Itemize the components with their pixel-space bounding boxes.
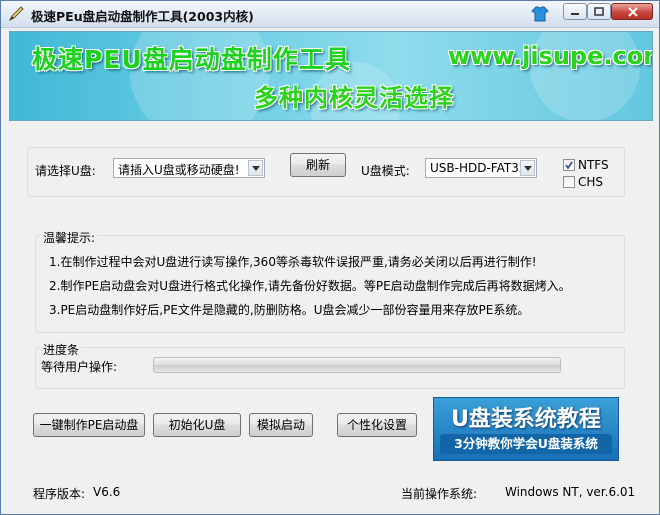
tip-line-2: 2.制作PE启动盘会对U盘进行格式化操作,请先备份好数据。等PE启动盘制作完成后… [49,279,571,293]
ntfs-checkbox[interactable] [563,159,575,171]
header-banner: 极速PEU盘启动盘制作工具 www.jisupe.com 多种内核灵活选择 [9,31,653,121]
personalize-button[interactable]: 个性化设置 [337,413,417,437]
window-title: 极速PEu盘启动盘制作工具(2003内核) [31,9,254,24]
close-button[interactable] [611,3,653,20]
ntfs-label: NTFS [578,158,609,172]
banner-subtitle: 多种内核灵活选择 [254,84,454,112]
initialize-usb-button[interactable]: 初始化U盘 [153,413,241,437]
progress-bar [153,357,561,373]
title-bar[interactable]: 极速PEu盘启动盘制作工具(2003内核) [1,1,659,28]
usb-mode-label: U盘模式: [361,164,410,178]
os-label: 当前操作系统: [401,487,478,501]
tips-heading: 温馨提示: [41,229,98,246]
refresh-button[interactable]: 刷新 [290,153,346,177]
simulate-boot-button[interactable]: 模拟启动 [249,413,313,437]
minimize-button[interactable] [563,3,587,20]
ad-subtitle: 3分钟教你学会U盘装系统 [440,434,612,454]
make-boot-disk-button[interactable]: 一键制作PE启动盘 [33,413,145,437]
tip-line-1: 1.在制作过程中会对U盘进行读写操作,360等杀毒软件误报严重,请务必关闭以后再… [49,255,537,269]
banner-url: www.jisupe.com [448,42,653,70]
version-label: 程序版本: [33,487,86,501]
pen-icon [7,5,25,23]
progress-heading: 进度条 [41,341,82,358]
check-icon [565,161,573,170]
tip-line-3: 3.PE启动盘制作好后,PE文件是隐藏的,防删防格。U盘会减少一部份容量用来存放… [49,303,530,317]
usb-mode-dropdown[interactable]: USB-HDD-FAT32 [425,158,537,178]
os-value: Windows NT, ver.6.01 [505,485,636,499]
tshirt-icon[interactable] [531,5,549,23]
chevron-down-icon[interactable] [520,160,535,176]
maximize-button[interactable] [587,3,611,20]
usb-select-label: 请选择U盘: [35,164,96,178]
main-window: 极速PEu盘启动盘制作工具(2003内核) 极速PEU盘启动盘制作工具 www.… [0,0,660,515]
version-value: V6.6 [93,485,121,499]
progress-status-label: 等待用户操作: [41,360,118,374]
usb-mode-value: USB-HDD-FAT32 [430,161,527,175]
usb-select-dropdown[interactable]: 请插入U盘或移动硬盘! [113,158,265,178]
usb-tutorial-ad[interactable]: U盘装系统教程 3分钟教你学会U盘装系统 [433,397,619,461]
chs-label: CHS [578,175,604,189]
usb-select-value: 请插入U盘或移动硬盘! [118,163,240,177]
banner-title: 极速PEU盘启动盘制作工具 [32,45,351,74]
maximize-icon [594,7,604,16]
ad-title: U盘装系统教程 [451,407,601,432]
minimize-icon [571,13,579,15]
chevron-down-icon[interactable] [248,160,263,176]
chs-checkbox[interactable] [563,176,575,188]
close-icon [628,7,638,17]
